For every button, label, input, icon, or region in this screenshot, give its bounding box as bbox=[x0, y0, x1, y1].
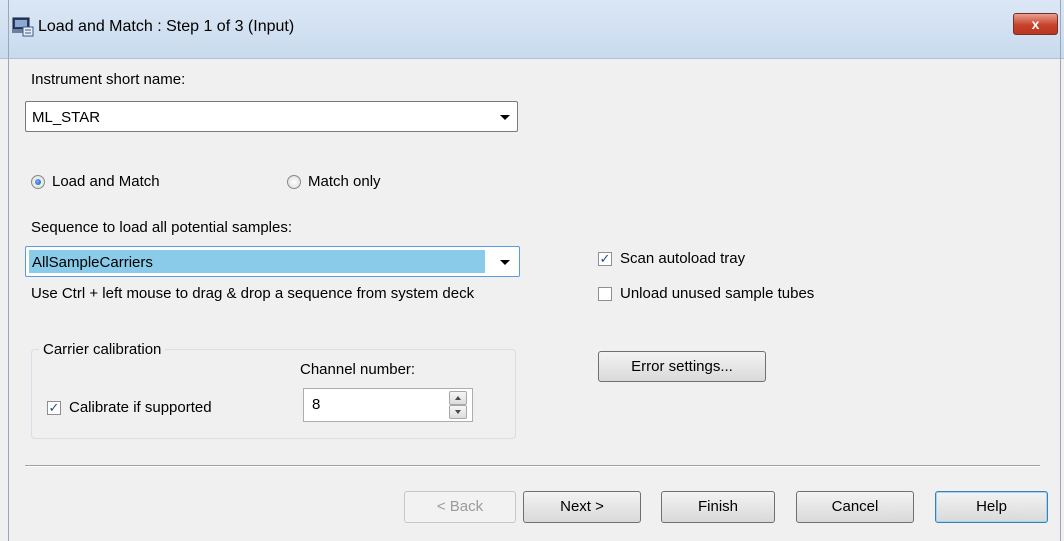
instrument-label: Instrument short name: bbox=[31, 71, 186, 88]
back-button[interactable]: < Back bbox=[404, 491, 516, 523]
instrument-combobox[interactable]: ML_STAR bbox=[25, 101, 518, 132]
unchecked-box-icon bbox=[598, 287, 612, 301]
scan-autoload-tray-label: Scan autoload tray bbox=[620, 250, 746, 267]
radio-checked-icon bbox=[31, 175, 45, 189]
channel-number-spinner[interactable]: 8 bbox=[303, 388, 473, 422]
unload-unused-tubes-label: Unload unused sample tubes bbox=[620, 285, 815, 302]
chevron-down-icon bbox=[500, 260, 510, 265]
sequence-hint: Use Ctrl + left mouse to drag & drop a s… bbox=[31, 285, 475, 302]
checkmark-icon: ✓ bbox=[598, 251, 612, 266]
close-icon: x bbox=[1031, 16, 1040, 32]
unload-unused-tubes-checkbox[interactable]: Unload unused sample tubes bbox=[598, 285, 838, 303]
window-border bbox=[8, 0, 9, 541]
close-button[interactable]: x bbox=[1013, 13, 1058, 35]
window-title: Load and Match : Step 1 of 3 (Input) bbox=[38, 18, 295, 35]
load-and-match-radio[interactable]: Load and Match bbox=[31, 173, 211, 191]
match-only-label: Match only bbox=[308, 173, 381, 190]
load-and-match-label: Load and Match bbox=[52, 173, 160, 190]
spin-down-icon[interactable] bbox=[449, 405, 467, 419]
calibrate-if-supported-checkbox[interactable]: ✓ Calibrate if supported bbox=[47, 399, 257, 417]
radio-unchecked-icon bbox=[287, 175, 301, 189]
separator bbox=[25, 465, 1040, 467]
spin-up-icon[interactable] bbox=[449, 391, 467, 405]
carrier-calibration-label: Carrier calibration bbox=[39, 341, 166, 358]
checkmark-icon: ✓ bbox=[47, 400, 61, 415]
instrument-value: ML_STAR bbox=[32, 109, 101, 126]
app-icon bbox=[12, 15, 34, 37]
sequence-value: AllSampleCarriers bbox=[32, 254, 153, 271]
error-settings-button[interactable]: Error settings... bbox=[598, 351, 766, 382]
finish-button[interactable]: Finish bbox=[661, 491, 775, 523]
help-button[interactable]: Help bbox=[935, 491, 1048, 523]
channel-number-label: Channel number: bbox=[300, 361, 416, 378]
next-button[interactable]: Next > bbox=[523, 491, 641, 523]
sequence-label: Sequence to load all potential samples: bbox=[31, 219, 293, 236]
match-only-radio[interactable]: Match only bbox=[287, 173, 427, 191]
chevron-down-icon bbox=[500, 115, 510, 120]
cancel-button[interactable]: Cancel bbox=[796, 491, 914, 523]
window-border bbox=[1060, 0, 1061, 541]
calibrate-if-supported-label: Calibrate if supported bbox=[69, 399, 212, 416]
scan-autoload-tray-checkbox[interactable]: ✓ Scan autoload tray bbox=[598, 250, 798, 268]
sequence-combobox[interactable]: AllSampleCarriers bbox=[25, 246, 520, 277]
channel-number-value: 8 bbox=[312, 396, 321, 413]
